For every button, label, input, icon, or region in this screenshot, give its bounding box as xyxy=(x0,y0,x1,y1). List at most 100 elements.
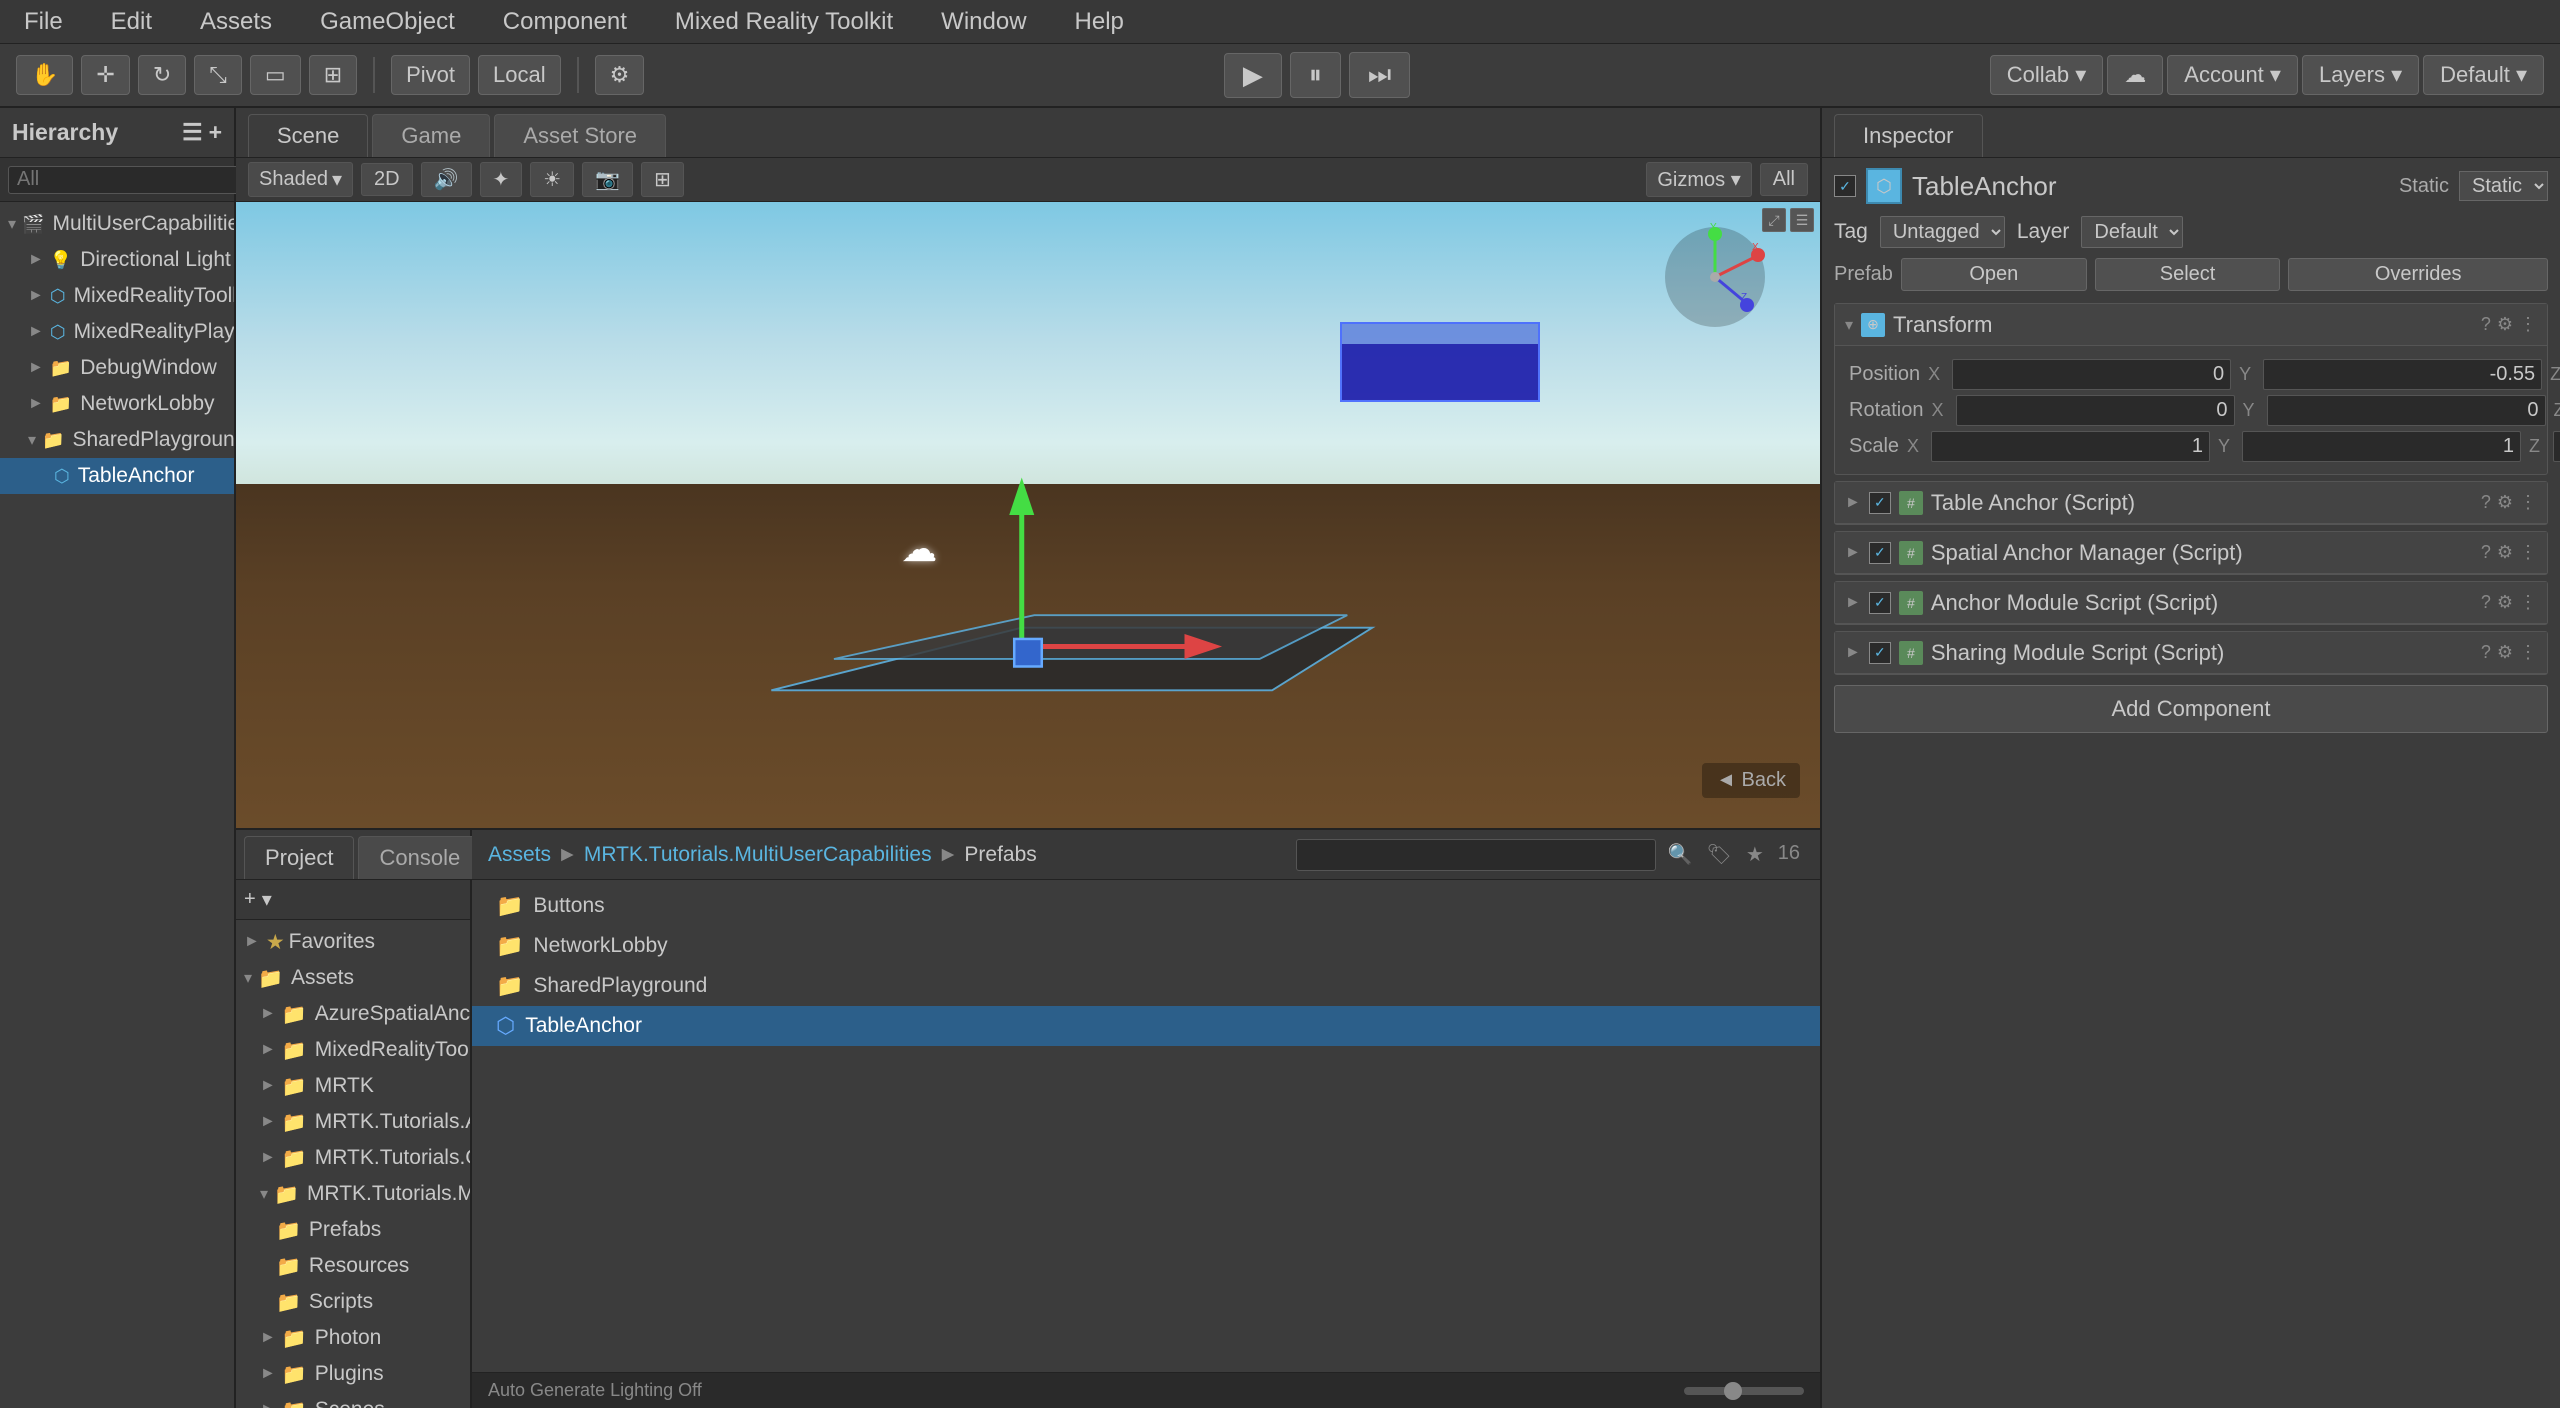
tree-item-multiuser[interactable]: ▾ 🎬 MultiUserCapabilities* xyxy=(0,206,234,242)
rotate-tool[interactable]: ↻ xyxy=(138,55,186,95)
hierarchy-menu-icon[interactable]: ☰ xyxy=(182,119,203,146)
move-tool[interactable]: ✛ xyxy=(81,55,129,95)
label-icon[interactable]: 🏷 xyxy=(1702,838,1735,871)
comp-help-btn[interactable]: ? xyxy=(2481,592,2491,613)
tree-item-mrplayspace[interactable]: ► ⬡ MixedRealityPlayspace xyxy=(0,314,234,350)
menu-help[interactable]: Help xyxy=(1067,4,1132,40)
all-scenes-btn[interactable]: All xyxy=(1760,163,1808,196)
menu-gameobject[interactable]: GameObject xyxy=(312,4,463,40)
comp-help-btn[interactable]: ? xyxy=(2481,642,2491,663)
prefab-overrides-btn[interactable]: Overrides xyxy=(2288,258,2548,291)
tree-item-dirlight[interactable]: ► 💡 Directional Light xyxy=(0,242,234,278)
tree-item-debugwindow[interactable]: ► 📁 DebugWindow xyxy=(0,350,234,386)
tab-inspector[interactable]: Inspector xyxy=(1834,114,1983,157)
account-button[interactable]: Account ▾ xyxy=(2167,55,2298,95)
menu-assets[interactable]: Assets xyxy=(192,4,280,40)
comp-settings-btn[interactable]: ⚙ xyxy=(2497,492,2513,513)
comp-overflow-btn[interactable]: ⋮ xyxy=(2519,592,2537,613)
tree-item-sharedplayground[interactable]: ▾ 📁 SharedPlayground xyxy=(0,422,234,458)
scene-menu-btn[interactable]: ☰ xyxy=(1790,208,1814,232)
asset-item-tableanchor[interactable]: ⬡ TableAnchor xyxy=(472,1006,1820,1046)
tag-dropdown[interactable]: Untagged xyxy=(1880,216,2005,248)
add-folder-btn[interactable]: + xyxy=(244,888,256,911)
asset-item-buttons[interactable]: 📁 Buttons xyxy=(472,886,1820,926)
comp-enable[interactable] xyxy=(1869,642,1891,664)
add-component-button[interactable]: Add Component xyxy=(1834,685,2548,733)
collab-button[interactable]: Collab ▾ xyxy=(1990,55,2104,95)
scene-maximize-btn[interactable]: ⤢ xyxy=(1762,208,1786,232)
tab-project[interactable]: Project xyxy=(244,836,354,879)
comp-settings-btn[interactable]: ⚙ xyxy=(2497,542,2513,563)
comp-settings-btn[interactable]: ⚙ xyxy=(2497,642,2513,663)
proj-prefabs[interactable]: 📁 Prefabs xyxy=(236,1212,470,1248)
search-icon[interactable]: 🔍 xyxy=(1664,838,1697,871)
comp-help-btn[interactable]: ? xyxy=(2481,314,2491,335)
scene-cam-btn[interactable]: 📷 xyxy=(582,162,633,197)
tab-game[interactable]: Game xyxy=(372,114,490,157)
position-x-input[interactable] xyxy=(1952,359,2231,390)
breadcrumb-multiuser[interactable]: MRTK.Tutorials.MultiUserCapabilities xyxy=(584,843,932,867)
proj-scripts[interactable]: 📁 Scripts xyxy=(236,1284,470,1320)
comp-enable[interactable] xyxy=(1869,542,1891,564)
step-button[interactable]: ⏭ xyxy=(1349,52,1410,98)
menu-file[interactable]: File xyxy=(16,4,71,40)
comp-header-table-anchor[interactable]: ► # Table Anchor (Script) ? ⚙ ⋮ xyxy=(1835,482,2547,524)
comp-enable[interactable] xyxy=(1869,492,1891,514)
rotation-y-input[interactable] xyxy=(2267,395,2546,426)
comp-help-btn[interactable]: ? xyxy=(2481,492,2491,513)
asset-item-sharedplayground[interactable]: 📁 SharedPlayground xyxy=(472,966,1820,1006)
tree-item-tableanchor[interactable]: ⬡ TableAnchor xyxy=(0,458,234,494)
tree-item-networklobby[interactable]: ► 📁 NetworkLobby xyxy=(0,386,234,422)
proj-favorites[interactable]: ► ★ Favorites xyxy=(236,924,470,960)
hierarchy-add-icon[interactable]: + xyxy=(209,119,222,146)
layers-button[interactable]: Layers ▾ xyxy=(2302,55,2419,95)
filter-icon[interactable]: ★ xyxy=(1742,838,1768,871)
rect-tool[interactable]: ▭ xyxy=(250,55,301,95)
custom-icon-btn[interactable]: ⚙ xyxy=(595,55,645,95)
asset-search-input[interactable] xyxy=(1296,839,1656,871)
play-button[interactable]: ▶ xyxy=(1224,53,1282,98)
transform-header[interactable]: ▾ ⊕ Transform ? ⚙ ⋮ xyxy=(1835,304,2547,346)
menu-window[interactable]: Window xyxy=(933,4,1034,40)
menu-mrtk[interactable]: Mixed Reality Toolkit xyxy=(667,4,901,40)
rotation-x-input[interactable] xyxy=(1956,395,2235,426)
comp-settings-btn[interactable]: ⚙ xyxy=(2497,592,2513,613)
scene-back-button[interactable]: ◄ Back xyxy=(1702,763,1800,798)
transform-tool[interactable]: ⊞ xyxy=(309,55,357,95)
proj-mrtk[interactable]: ► 📁 MRTK xyxy=(236,1068,470,1104)
proj-azure-sdk[interactable]: ► 📁 AzureSpatialAnchors.SDK xyxy=(236,996,470,1032)
comp-overflow-btn[interactable]: ⋮ xyxy=(2519,642,2537,663)
breadcrumb-assets[interactable]: Assets xyxy=(488,843,551,867)
scale-z-input[interactable] xyxy=(2553,431,2560,462)
position-y-input[interactable] xyxy=(2263,359,2542,390)
2d-button[interactable]: 2D xyxy=(361,163,413,196)
shading-dropdown[interactable]: Shaded ▾ xyxy=(248,162,353,197)
scene-lighting-btn[interactable]: ☀ xyxy=(530,162,574,197)
tab-asset-store[interactable]: Asset Store xyxy=(494,114,666,157)
audio-button[interactable]: 🔊 xyxy=(421,162,472,197)
proj-photon[interactable]: ► 📁 Photon xyxy=(236,1320,470,1356)
static-dropdown[interactable]: Static xyxy=(2459,171,2548,201)
proj-scenes[interactable]: ► 📁 Scenes xyxy=(236,1392,470,1408)
proj-plugins[interactable]: ► 📁 Plugins xyxy=(236,1356,470,1392)
comp-header-sharing-module[interactable]: ► # Sharing Module Script (Script) ? ⚙ ⋮ xyxy=(1835,632,2547,674)
prefab-select-btn[interactable]: Select xyxy=(2095,258,2281,291)
proj-mrtk-azure[interactable]: ► 📁 MRTK.Tutorials.AzureSpatialAnchors xyxy=(236,1104,470,1140)
proj-resources[interactable]: 📁 Resources xyxy=(236,1248,470,1284)
zoom-slider-thumb[interactable] xyxy=(1724,1382,1742,1400)
layer-dropdown[interactable]: Default xyxy=(2081,216,2183,248)
tree-item-mrtoolkit[interactable]: ► ⬡ MixedRealityToolkit xyxy=(0,278,234,314)
tab-console[interactable]: Console xyxy=(358,836,481,879)
pause-button[interactable]: ⏸ xyxy=(1290,52,1341,98)
scene-grid-btn[interactable]: ⊞ xyxy=(641,162,684,197)
scale-tool[interactable]: ⤡ xyxy=(194,55,242,95)
pivot-btn[interactable]: Pivot xyxy=(391,55,470,95)
comp-enable[interactable] xyxy=(1869,592,1891,614)
fx-button[interactable]: ✦ xyxy=(480,162,523,197)
prefab-open-btn[interactable]: Open xyxy=(1901,258,2087,291)
comp-overflow-btn[interactable]: ⋮ xyxy=(2519,314,2537,335)
scale-x-input[interactable] xyxy=(1931,431,2210,462)
menu-component[interactable]: Component xyxy=(495,4,635,40)
tab-scene[interactable]: Scene xyxy=(248,114,368,157)
asset-item-networklobby[interactable]: 📁 NetworkLobby xyxy=(472,926,1820,966)
